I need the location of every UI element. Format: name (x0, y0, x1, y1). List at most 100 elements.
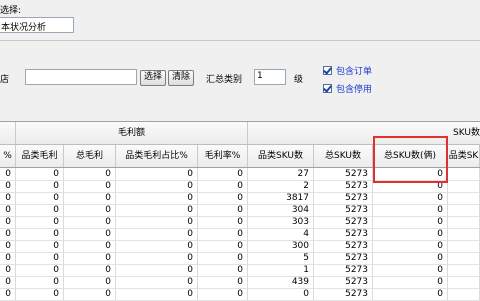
table-cell: 0 (116, 228, 198, 240)
table-cell: 303 (248, 216, 314, 228)
table-cell: 0 (373, 204, 448, 216)
report-name-field[interactable]: 本状况分析 (0, 17, 74, 33)
table-cell: 0 (116, 276, 198, 288)
clear-button[interactable]: 清除 (168, 70, 194, 86)
table-cell: 0 (64, 228, 116, 240)
group-header-sku: SKU数 (453, 128, 480, 138)
table-cell: 0 (198, 180, 248, 192)
table-cell: 3817 (248, 192, 314, 204)
include-disabled-label: 包含停用 (336, 85, 373, 95)
table-cell (448, 192, 480, 204)
table-cell: 0 (64, 180, 116, 192)
column-header[interactable]: 总SKU数(俩) (373, 145, 448, 167)
table-cell: 0 (373, 264, 448, 276)
table-cell: 0 (116, 180, 198, 192)
table-cell: 0 (64, 240, 116, 252)
data-grid: 毛利额 SKU数 % 品类毛利 总毛利 品类毛利占比% 毛利率% 品类SKU数 总SKU数总… (0, 121, 480, 301)
table-cell (448, 276, 480, 288)
table-cell: 0 (64, 264, 116, 276)
select-button[interactable]: 选择 (140, 70, 166, 86)
column-header[interactable]: 品类毛利占比% (116, 145, 198, 167)
checkbox-checked-icon[interactable] (323, 66, 332, 75)
column-header[interactable]: 总毛利 (64, 145, 116, 167)
table-cell: 0 (116, 252, 198, 264)
table-cell: 5 (248, 252, 314, 264)
table-cell: 1 (248, 264, 314, 276)
table-cell: 0 (198, 192, 248, 204)
table-cell: 0 (0, 240, 16, 252)
table-cell: 5273 (314, 288, 373, 300)
table-cell: 0 (198, 252, 248, 264)
table-cell: 0 (0, 276, 16, 288)
table-cell: 0 (198, 216, 248, 228)
table-cell (448, 228, 480, 240)
table-cell: 0 (116, 192, 198, 204)
table-cell: 0 (0, 228, 16, 240)
table-cell: 0 (16, 252, 64, 264)
table-cell: 0 (373, 240, 448, 252)
table-cell: 0 (64, 288, 116, 300)
table-cell: 5273 (314, 276, 373, 288)
table-cell: 0 (16, 276, 64, 288)
table-cell: 0 (16, 168, 64, 180)
table-cell: 0 (198, 228, 248, 240)
table-cell: 2 (248, 180, 314, 192)
table-cell: 0 (0, 252, 16, 264)
table-cell (448, 264, 480, 276)
column-header[interactable]: 品类SK (448, 145, 480, 167)
include-order-label: 包含订单 (336, 67, 373, 77)
store-input[interactable] (25, 69, 137, 85)
table-cell: 439 (248, 276, 314, 288)
table-cell: 304 (248, 204, 314, 216)
table-cell: 0 (16, 180, 64, 192)
table-cell: 0 (373, 228, 448, 240)
table-cell: 27 (248, 168, 314, 180)
table-cell: 0 (16, 264, 64, 276)
table-cell: 0 (64, 216, 116, 228)
column-header[interactable]: 品类SKU数 (248, 145, 314, 167)
table-cell: 0 (373, 216, 448, 228)
table-cell: 0 (198, 168, 248, 180)
table-cell: 0 (16, 240, 64, 252)
table-cell: 5273 (314, 264, 373, 276)
table-cell: 0 (0, 192, 16, 204)
table-cell: 0 (198, 288, 248, 300)
table-cell: 5273 (314, 252, 373, 264)
table-cell (448, 252, 480, 264)
level-label: 级 (294, 75, 304, 85)
table-cell: 0 (64, 276, 116, 288)
table-cell (448, 180, 480, 192)
table-cell (448, 240, 480, 252)
table-cell: 0 (198, 276, 248, 288)
table-cell: 0 (16, 228, 64, 240)
table-cell: 0 (373, 252, 448, 264)
table-cell: 0 (64, 252, 116, 264)
table-cell: 4 (248, 228, 314, 240)
table-cell: 5273 (314, 216, 373, 228)
table-cell: 0 (16, 204, 64, 216)
group-header-gross-profit: 毛利额 (16, 122, 248, 144)
column-header[interactable]: % (0, 145, 16, 167)
table-cell (448, 216, 480, 228)
column-header[interactable]: 品类毛利 (16, 145, 64, 167)
table-cell: 0 (373, 288, 448, 300)
table-cell (448, 288, 480, 300)
table-cell: 5273 (314, 240, 373, 252)
table-cell: 0 (198, 204, 248, 216)
column-header-row: % 品类毛利 总毛利 品类毛利占比% 毛利率% 品类SKU数 总SKU数 总SKU数(俩) 品类… (0, 145, 480, 168)
table-cell: 5273 (314, 168, 373, 180)
table-cell: 300 (248, 240, 314, 252)
column-header[interactable]: 毛利率% (198, 145, 248, 167)
table-cell: 5273 (314, 204, 373, 216)
summary-type-input[interactable]: 1 (254, 69, 286, 85)
table-cell: 5273 (314, 192, 373, 204)
table-cell (448, 204, 480, 216)
column-header[interactable]: 总SKU数 (314, 145, 373, 167)
divider (0, 40, 480, 41)
table-cell: 0 (0, 264, 16, 276)
table-cell: 0 (0, 288, 16, 300)
table-cell: 0 (0, 216, 16, 228)
checkbox-checked-icon[interactable] (323, 84, 332, 93)
table-row[interactable]: 0 0 0 0 0 0 5273 0 (0, 288, 480, 301)
table-cell: 0 (116, 264, 198, 276)
